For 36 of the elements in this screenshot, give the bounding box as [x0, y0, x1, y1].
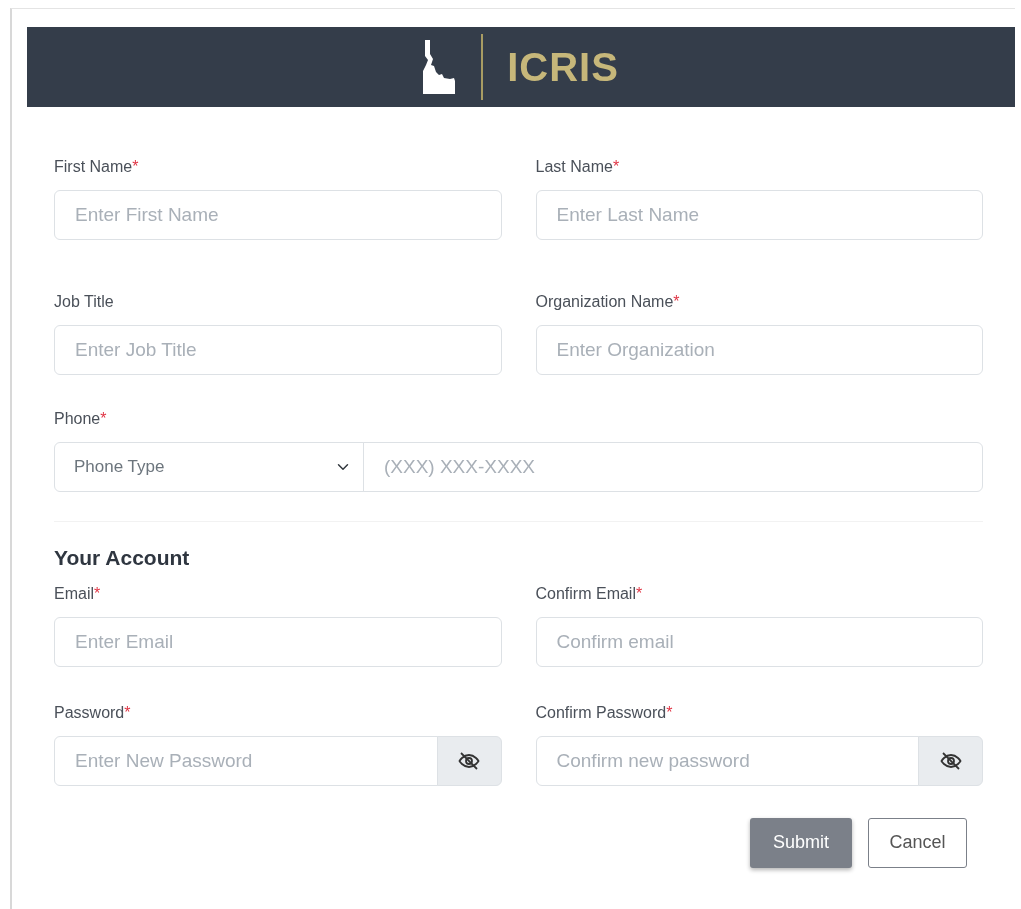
password-field[interactable]: Enter New Password [54, 735, 438, 786]
required-mark: * [100, 410, 107, 427]
field-label: Email [54, 584, 94, 602]
field-label: Job Title [54, 293, 114, 310]
state-map-icon [423, 40, 458, 94]
required-mark: * [635, 584, 643, 602]
section-title: Your Account [54, 545, 191, 571]
password-field[interactable]: Confirm new password [535, 735, 919, 786]
required-mark: * [94, 584, 101, 602]
phone-type-select[interactable]: Phone Type [54, 442, 364, 492]
text-field[interactable]: Enter Last Name [535, 190, 983, 240]
show-password-button[interactable] [436, 735, 502, 786]
required-mark: * [673, 293, 680, 310]
text-field[interactable]: Enter Organization [535, 325, 983, 375]
field-label: Password [54, 703, 125, 721]
field-label: Confirm Email [535, 584, 636, 602]
field-label: First Name [54, 158, 133, 175]
eye-slash-icon [939, 751, 962, 770]
required-mark: * [132, 158, 139, 175]
field-label: Last Name [535, 158, 613, 175]
field-label: Phone [54, 410, 101, 427]
show-password-button[interactable] [918, 735, 983, 786]
field-label: Organization Name [535, 293, 674, 310]
submit-button[interactable]: Submit [750, 817, 852, 868]
text-field[interactable]: Enter First Name [54, 190, 502, 240]
text-field[interactable]: Enter Email [54, 616, 502, 667]
text-field[interactable]: Confirm email [535, 616, 983, 667]
required-mark: * [666, 703, 673, 721]
cancel-button[interactable]: Cancel [868, 817, 967, 868]
field-label: Confirm Password [535, 703, 667, 721]
text-field[interactable]: Enter Job Title [54, 325, 502, 375]
phone-field[interactable]: (XXX) XXX-XXXX [363, 442, 983, 492]
brand-title: ICRIS [507, 44, 619, 91]
required-mark: * [124, 703, 131, 721]
required-mark: * [612, 158, 620, 175]
eye-slash-icon [458, 751, 480, 770]
